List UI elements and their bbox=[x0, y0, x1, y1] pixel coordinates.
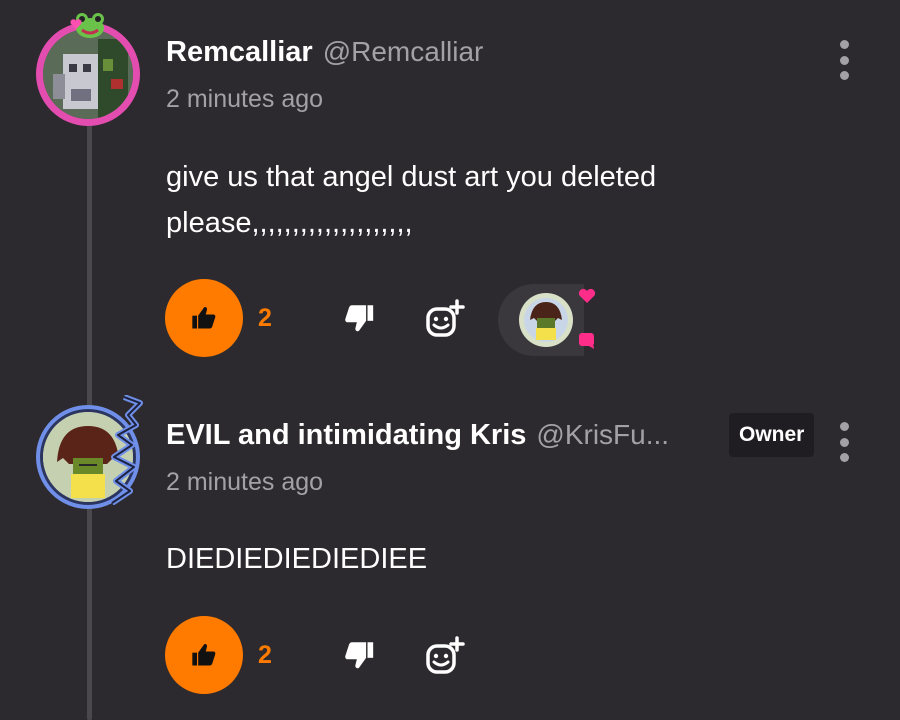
timestamp: 2 minutes ago bbox=[166, 468, 324, 496]
like-button[interactable] bbox=[165, 616, 243, 694]
comment-text-line: DIEDIEDIEDIEDIEE bbox=[166, 543, 428, 575]
frog-minecraft-avatar-icon bbox=[43, 29, 133, 119]
comment-header: Remcalliar @Remcalliar bbox=[166, 36, 483, 69]
timestamp: 2 minutes ago bbox=[166, 85, 324, 113]
more-options-button[interactable] bbox=[836, 40, 852, 80]
heart-icon bbox=[70, 19, 82, 29]
like-count: 2 bbox=[258, 641, 272, 669]
thumbs-up-icon bbox=[192, 307, 216, 329]
avatar[interactable] bbox=[36, 13, 140, 126]
comment-bubble-icon bbox=[579, 333, 594, 349]
more-options-button[interactable] bbox=[836, 422, 852, 462]
avatar[interactable] bbox=[36, 395, 143, 509]
kris-avatar-icon bbox=[519, 293, 573, 347]
author-name[interactable]: EVIL and intimidating Kris bbox=[166, 419, 526, 452]
glitch-decoration-icon bbox=[110, 395, 143, 505]
comment-text-line: give us that angel dust art you deleted bbox=[166, 161, 657, 193]
author-handle[interactable]: @KrisFu... bbox=[536, 419, 669, 451]
thumbs-up-icon bbox=[192, 644, 216, 666]
add-reaction-icon[interactable] bbox=[423, 635, 465, 677]
like-button[interactable] bbox=[165, 279, 243, 357]
owner-badge: Owner bbox=[729, 413, 815, 457]
comment-header: EVIL and intimidating Kris @KrisFu... bbox=[166, 419, 669, 452]
add-reaction-icon[interactable] bbox=[423, 298, 465, 340]
author-name[interactable]: Remcalliar bbox=[166, 36, 313, 69]
thumbs-down-icon[interactable] bbox=[342, 301, 376, 335]
heart-icon bbox=[578, 288, 596, 303]
comment-text: DIEDIEDIEDIEDIEE bbox=[166, 536, 806, 582]
comment-text-line: please,,,,,,,,,,,,,,,,,,,, bbox=[166, 207, 413, 239]
thumbs-down-icon[interactable] bbox=[342, 638, 376, 672]
like-count: 2 bbox=[258, 304, 272, 332]
creator-reaction[interactable] bbox=[498, 284, 602, 356]
author-handle[interactable]: @Remcalliar bbox=[323, 36, 484, 68]
comment-text: give us that angel dust art you deleted … bbox=[166, 154, 806, 246]
